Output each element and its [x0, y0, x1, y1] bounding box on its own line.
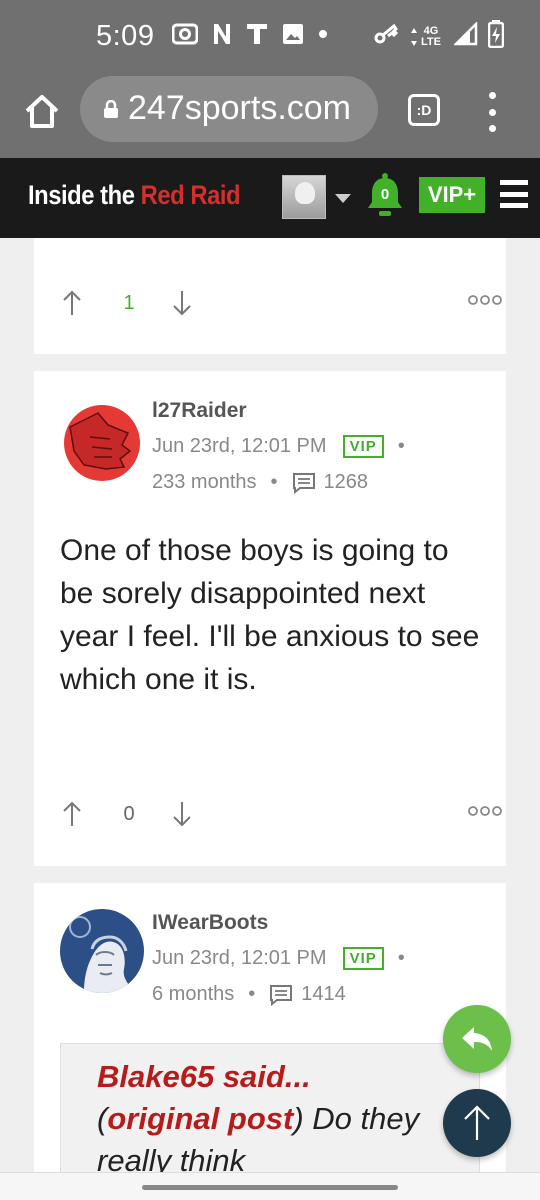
quote-text-block: (original post) Do they really think: [97, 1098, 479, 1182]
tab-switcher-button[interactable]: :D: [408, 94, 440, 126]
system-nav-bar: [0, 1172, 540, 1200]
arrow-up-icon: [464, 1105, 490, 1140]
vip-plus-button[interactable]: VIP+: [419, 177, 485, 213]
quote-open: (: [97, 1101, 108, 1136]
vote-row: 0: [62, 799, 502, 829]
dot-icon: [318, 29, 328, 39]
more-options-icon[interactable]: [468, 294, 502, 306]
post-count: 1268: [323, 471, 369, 493]
chevron-down-icon[interactable]: [335, 194, 351, 203]
status-icons-right: 4G LTE: [374, 20, 505, 53]
notification-count: 0: [380, 186, 390, 203]
status-bar: 5:09 4G LTE: [0, 0, 540, 72]
browser-menu-button[interactable]: [486, 92, 498, 132]
post-meta: Jun 23rd, 12:01 PM VIP •: [152, 947, 405, 970]
tenure: 233 months: [152, 471, 257, 493]
browser-toolbar: 247sports.com :D: [0, 72, 540, 158]
post-count: 1414: [301, 983, 346, 1005]
post-date: Jun 23rd, 12:01 PM: [152, 435, 327, 457]
separator-dot: •: [397, 947, 405, 969]
avatar[interactable]: [60, 909, 144, 993]
battery-charging-icon: [487, 20, 505, 53]
t-icon: [246, 22, 268, 46]
avatar[interactable]: [60, 397, 144, 481]
site-logo[interactable]: Inside the Red Raid: [28, 180, 239, 211]
upvote-arrow-icon[interactable]: [62, 800, 82, 828]
separator-dot: •: [397, 435, 405, 457]
hamburger-menu-icon[interactable]: [500, 180, 528, 208]
tenure: 6 months: [152, 983, 235, 1005]
separator-dot: •: [248, 983, 256, 1005]
username[interactable]: IWearBoots: [152, 911, 268, 935]
post-card: l27Raider Jun 23rd, 12:01 PM VIP • 233 m…: [34, 371, 506, 866]
status-time: 5:09: [96, 20, 155, 52]
radio-icon: [172, 23, 198, 45]
post-body: One of those boys is going to be sorely …: [60, 534, 480, 696]
brand-prefix: Inside the: [28, 180, 141, 210]
separator-dot: •: [270, 471, 278, 493]
user-stats: 233 months • 1268: [152, 471, 368, 494]
vote-row: 1: [62, 288, 502, 318]
image-icon: [282, 23, 304, 45]
lock-icon: [104, 100, 118, 118]
message-icon: [292, 472, 315, 494]
signal-icon: [452, 20, 478, 51]
post-card: IWearBoots Jun 23rd, 12:01 PM VIP • 6 mo…: [34, 883, 506, 1200]
post-meta: Jun 23rd, 12:01 PM VIP •: [152, 435, 405, 458]
brand-highlight: Red Raid: [140, 180, 240, 210]
username[interactable]: l27Raider: [152, 399, 247, 423]
quote-author: Blake65 said...: [97, 1059, 311, 1094]
reply-button[interactable]: [443, 1005, 511, 1073]
notifications-button[interactable]: 0: [366, 172, 404, 220]
reply-icon: [462, 1027, 492, 1051]
user-stats: 6 months • 1414: [152, 983, 346, 1006]
more-options-icon[interactable]: [468, 805, 502, 817]
gesture-handle[interactable]: [142, 1185, 398, 1190]
downvote-arrow-icon[interactable]: [172, 800, 192, 828]
url-text: 247sports.com: [128, 89, 351, 127]
message-icon: [270, 984, 293, 1006]
upvote-arrow-icon[interactable]: [62, 289, 82, 317]
user-avatar[interactable]: [282, 175, 326, 219]
home-button[interactable]: [22, 92, 62, 132]
site-header: Inside the Red Raid 0 VIP+: [0, 158, 540, 238]
home-icon: [25, 95, 59, 128]
vote-count: 0: [123, 802, 135, 825]
key-icon: [374, 23, 400, 50]
post-date: Jun 23rd, 12:01 PM: [152, 947, 327, 969]
original-post-link[interactable]: original post: [107, 1101, 293, 1136]
vip-badge: VIP: [342, 947, 384, 970]
address-bar[interactable]: 247sports.com: [80, 76, 378, 142]
network-type: 4G LTE: [410, 25, 444, 48]
post-card: 1: [34, 238, 506, 354]
n-icon: [212, 22, 232, 46]
vip-badge: VIP: [342, 435, 384, 458]
status-icons-left: [172, 22, 328, 46]
downvote-arrow-icon[interactable]: [172, 289, 192, 317]
scroll-to-top-button[interactable]: [443, 1089, 511, 1157]
vote-count: 1: [123, 291, 135, 314]
